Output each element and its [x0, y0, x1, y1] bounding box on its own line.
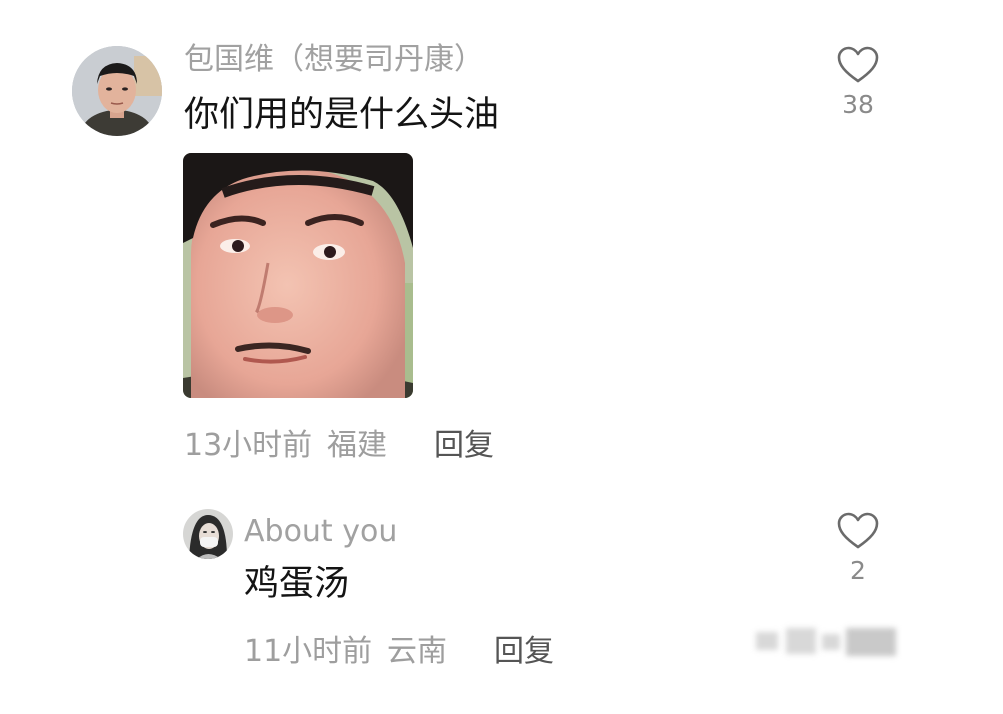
like-count: 38: [842, 90, 874, 119]
replier-avatar[interactable]: [183, 509, 233, 559]
like-button[interactable]: 38: [828, 46, 888, 120]
comment-time: 13小时前: [184, 428, 313, 463]
replier-username[interactable]: About you: [244, 512, 397, 552]
reply-text: 鸡蛋汤: [244, 564, 350, 604]
reply-location: 云南: [387, 634, 447, 669]
comment-sticker-image[interactable]: [183, 153, 413, 398]
commenter-avatar[interactable]: [72, 46, 162, 136]
like-button[interactable]: 2: [828, 512, 888, 586]
face-sticker-image: [183, 153, 413, 398]
comment-location: 福建: [327, 428, 387, 463]
comment-text: 你们用的是什么头油: [184, 95, 500, 135]
user-avatar-icon: [72, 46, 162, 136]
heart-outline-icon: [837, 512, 879, 549]
reply-button[interactable]: 回复: [434, 426, 494, 466]
user-avatar-icon: [183, 509, 233, 559]
like-count: 2: [850, 556, 866, 585]
reply-time: 11小时前: [244, 634, 373, 669]
heart-outline-icon: [837, 46, 879, 83]
commenter-username[interactable]: 包国维（想要司丹康）: [184, 40, 484, 80]
reply-button[interactable]: 回复: [494, 632, 554, 672]
blurred-watermark: [752, 622, 902, 662]
